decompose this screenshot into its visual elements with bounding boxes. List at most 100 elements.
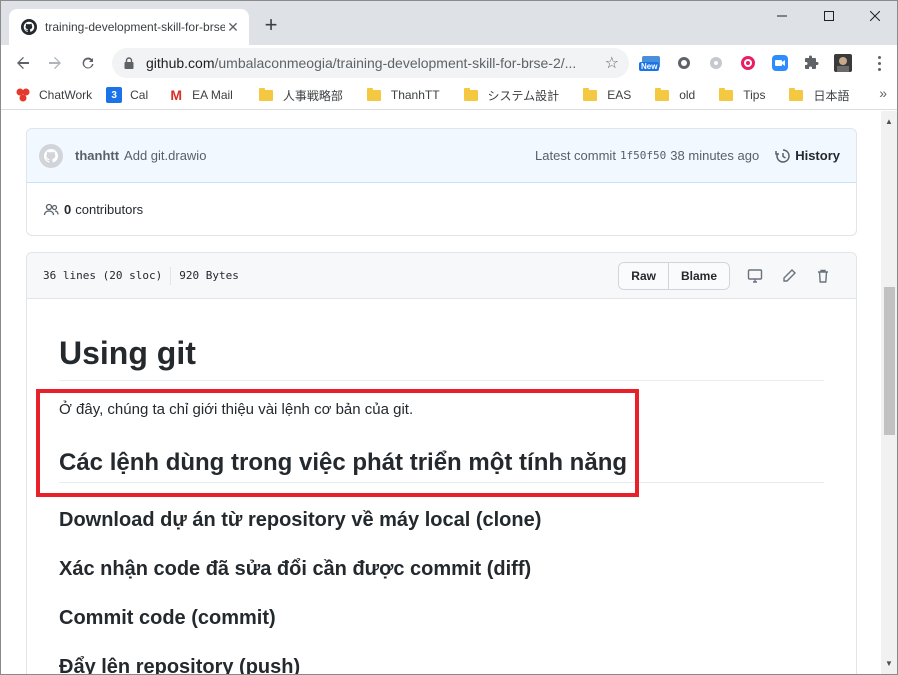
folder-icon xyxy=(583,87,598,101)
commit-time: 38 minutes ago xyxy=(670,148,760,163)
history-label: History xyxy=(795,148,840,163)
bookmark-folder-nihongo[interactable]: 日本語 xyxy=(773,84,857,106)
contributors-label: contributors xyxy=(75,202,144,217)
bookmark-chatwork[interactable]: ChatWork xyxy=(15,84,100,106)
markdown-heading-h3: Download dự án từ repository về máy loca… xyxy=(59,509,542,531)
commit-sha-link[interactable]: 1f50f50 xyxy=(620,149,666,162)
profile-avatar-icon[interactable] xyxy=(833,53,853,73)
chrome-menu-icon[interactable] xyxy=(869,53,889,73)
url-path: /umbalaconmeogia/training-development-sk… xyxy=(214,55,577,71)
bookmark-label: EAS xyxy=(607,88,632,102)
scroll-thumb[interactable] xyxy=(884,287,895,435)
blame-button[interactable]: Blame xyxy=(667,262,729,289)
commit-message-link[interactable]: Add git.drawio xyxy=(124,148,206,163)
tab-strip: training-development-skill-for-brse-2/ ✕… xyxy=(1,1,897,45)
folder-icon xyxy=(366,87,381,101)
scroll-down-arrow-icon[interactable]: ▼ xyxy=(885,659,893,668)
bookmark-label: EA Mail xyxy=(192,88,233,102)
contributors-row[interactable]: 0 contributors xyxy=(27,183,856,235)
bookmark-folder-thanhtt[interactable]: ThanhTT xyxy=(351,84,448,106)
chatwork-icon xyxy=(16,88,30,102)
bookmarks-bar: ChatWork 3 Cal M EA Mail 人事戦略部 ThanhTT シ… xyxy=(1,81,897,110)
history-link[interactable]: History xyxy=(775,148,840,164)
trash-icon[interactable] xyxy=(806,264,840,288)
bookmark-label: 日本語 xyxy=(813,88,850,103)
extension-new-badge: New xyxy=(639,62,660,71)
bookmark-folder-eas[interactable]: EAS xyxy=(567,84,639,106)
bookmark-label: Cal xyxy=(130,88,149,102)
bookmark-label: Tips xyxy=(743,88,766,102)
puzzle-icon[interactable] xyxy=(802,53,822,73)
file-actions-group: Raw Blame xyxy=(618,261,730,290)
extension-circle-icon[interactable] xyxy=(674,53,694,73)
minimize-icon[interactable] xyxy=(759,1,805,31)
markdown-heading-h3: Xác nhận code đã sửa đổi cần được commit… xyxy=(59,558,532,580)
bookmark-folder-old[interactable]: old xyxy=(639,84,703,106)
latest-commit-bar: thanhtt Add git.drawio Latest commit 1f5… xyxy=(27,129,856,183)
commit-author-link[interactable]: thanhtt xyxy=(75,148,119,163)
desktop-icon[interactable] xyxy=(738,264,772,288)
history-icon xyxy=(775,148,790,163)
bookmark-folder-system[interactable]: システム設計 xyxy=(448,84,568,106)
bookmark-label: システム設計 xyxy=(487,88,560,103)
tab-close-icon[interactable]: ✕ xyxy=(225,19,241,35)
people-icon xyxy=(43,203,59,215)
bookmark-cal[interactable]: 3 Cal xyxy=(100,84,156,106)
extension-zoom-icon[interactable] xyxy=(770,53,790,73)
address-bar[interactable]: github.com/umbalaconmeogia/training-deve… xyxy=(112,48,629,78)
url-host: github.com xyxy=(146,55,215,71)
folder-icon xyxy=(789,87,804,101)
bookmark-label: old xyxy=(679,88,696,102)
separator xyxy=(170,266,172,285)
file-size: 920 Bytes xyxy=(179,269,239,282)
folder-icon xyxy=(655,87,670,101)
contributors-count: 0 xyxy=(64,202,72,217)
extension-new-icon[interactable]: New xyxy=(639,53,661,73)
close-window-icon[interactable] xyxy=(852,1,897,31)
red-highlight-box xyxy=(36,389,639,497)
markdown-heading-h3: Đẩy lên repository (push) xyxy=(59,656,301,675)
markdown-heading-h3: Commit code (commit) xyxy=(59,607,276,629)
bookmark-label: ThanhTT xyxy=(390,88,440,102)
tab-title: training-development-skill-for-brse-2/ xyxy=(45,20,225,34)
commit-meta: Latest commit 1f50f50 38 minutes ago His… xyxy=(535,148,840,164)
markdown-heading-h1: Using git xyxy=(59,335,196,371)
file-icon-actions xyxy=(738,264,840,288)
commit-box: thanhtt Add git.drawio Latest commit 1f5… xyxy=(26,128,857,236)
browser-toolbar: github.com/umbalaconmeogia/training-deve… xyxy=(1,45,897,81)
folder-icon xyxy=(258,87,273,101)
reload-button[interactable] xyxy=(74,49,102,77)
maximize-icon[interactable] xyxy=(806,1,852,31)
scroll-up-arrow-icon[interactable]: ▲ xyxy=(885,117,893,126)
file-lines: 36 lines (20 sloc) xyxy=(43,269,163,282)
file-header: 36 lines (20 sloc) 920 Bytes Raw Blame xyxy=(27,253,856,299)
extension-eye-icon[interactable] xyxy=(738,53,758,73)
browser-tab[interactable]: training-development-skill-for-brse-2/ ✕ xyxy=(9,9,249,45)
forward-button[interactable] xyxy=(41,49,69,77)
bookmark-label: 人事戦略部 xyxy=(282,88,343,103)
folder-icon xyxy=(463,87,478,101)
pencil-icon[interactable] xyxy=(772,264,806,288)
page-content: thanhtt Add git.drawio Latest commit 1f5… xyxy=(1,111,881,675)
author-avatar[interactable] xyxy=(39,143,63,168)
extension-gear-icon[interactable] xyxy=(706,53,726,73)
browser-window: training-development-skill-for-brse-2/ ✕… xyxy=(0,0,898,675)
bookmark-star-icon[interactable]: ☆ xyxy=(605,53,619,73)
bookmark-folder-jinji[interactable]: 人事戦略部 xyxy=(241,84,351,106)
bookmark-folder-tips[interactable]: Tips xyxy=(703,84,773,106)
new-tab-button[interactable]: + xyxy=(260,14,282,37)
heading-rule xyxy=(59,380,824,381)
calendar-icon: 3 xyxy=(106,87,123,103)
bookmark-ea-mail[interactable]: M EA Mail xyxy=(156,84,241,106)
latest-commit-label: Latest commit xyxy=(535,148,616,163)
folder-icon xyxy=(719,87,734,101)
back-button[interactable] xyxy=(9,49,37,77)
url-text: github.com/umbalaconmeogia/training-deve… xyxy=(146,55,599,71)
chevron-double-right-icon[interactable]: » xyxy=(879,85,887,101)
github-icon xyxy=(21,19,37,35)
raw-button[interactable]: Raw xyxy=(619,262,668,289)
gmail-icon: M xyxy=(170,87,182,103)
bookmark-label: ChatWork xyxy=(39,88,93,102)
page-scrollbar[interactable]: ▲ ▼ xyxy=(881,111,897,674)
lock-icon xyxy=(124,57,134,69)
